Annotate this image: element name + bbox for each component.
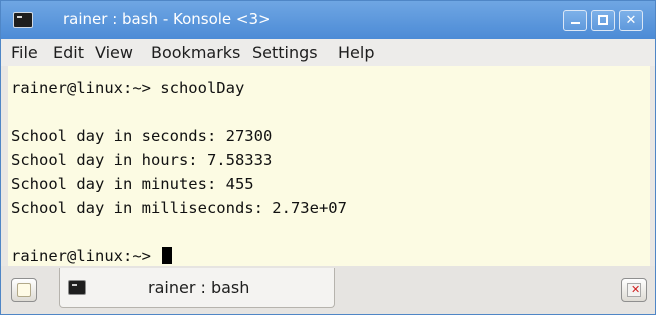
menu-help[interactable]: Help [338,43,374,62]
minimize-button[interactable] [563,10,587,31]
tab-rainer-bash[interactable]: rainer : bash [59,268,335,308]
terminal-prompt: rainer@linux:~> [11,247,161,265]
menu-edit[interactable]: Edit [53,43,84,62]
close-tab-button[interactable] [621,278,647,302]
terminal-line: School day in minutes: 455 [11,175,254,193]
close-icon: ✕ [625,13,637,28]
menu-view[interactable]: View [95,43,133,62]
menu-file[interactable]: File [11,43,38,62]
text-cursor [162,247,173,264]
terminal-prompt-line: rainer@linux:~> [11,246,173,266]
minimize-icon [571,22,580,24]
terminal-line: School day in seconds: 27300 [11,127,273,145]
new-tab-button[interactable] [11,278,37,302]
menu-settings[interactable]: Settings [252,43,318,62]
tab-label: rainer : bash [148,278,250,297]
terminal-output[interactable]: rainer@linux:~> schoolDay School day in … [8,66,650,266]
title-bar[interactable]: rainer : bash - Konsole <3> ✕ [1,1,655,39]
menu-bookmarks[interactable]: Bookmarks [151,43,240,62]
maximize-button[interactable] [591,10,615,31]
tab-bar: rainer : bash [1,266,655,314]
terminal-icon [68,280,86,295]
terminal-app-icon[interactable] [13,12,33,28]
terminal-line: School day in hours: 7.58333 [11,151,273,169]
close-button[interactable]: ✕ [619,10,643,31]
maximize-icon [598,15,608,25]
terminal-line: rainer@linux:~> schoolDay [11,79,245,97]
window-title: rainer : bash - Konsole <3> [63,10,271,28]
terminal-line: School day in milliseconds: 2.73e+07 [11,199,347,217]
konsole-window: rainer : bash - Konsole <3> ✕ File Edit … [0,0,656,315]
menu-bar: File Edit View Bookmarks Settings Help [1,39,655,66]
